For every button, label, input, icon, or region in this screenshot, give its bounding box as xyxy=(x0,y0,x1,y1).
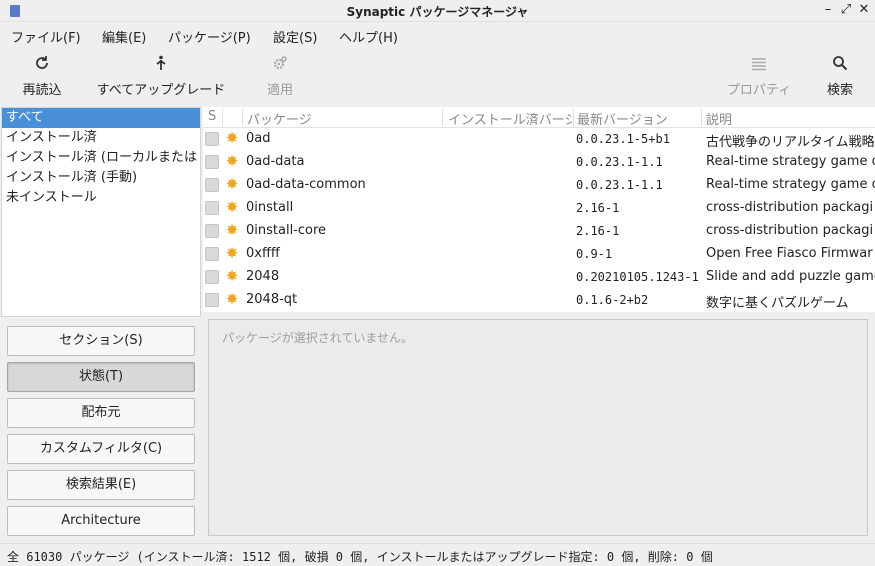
filter-item-installed-local[interactable]: インストール済 (ローカルまたは xyxy=(2,148,200,168)
properties-button[interactable]: プロパティ xyxy=(724,55,794,98)
supported-icon: ✸ xyxy=(225,267,239,285)
package-name: 0ad-data-common xyxy=(246,177,366,192)
package-name: 2048-qt xyxy=(246,292,298,307)
menu-settings[interactable]: 設定(S) xyxy=(273,27,317,46)
gears-icon xyxy=(262,55,298,77)
properties-label: プロパティ xyxy=(726,83,792,98)
filter-item-not-installed[interactable]: 未インストール xyxy=(2,188,200,208)
latest-version: 0.9-1 xyxy=(576,247,613,261)
package-description: Slide and add puzzle game xyxy=(706,269,875,284)
supported-icon: ✸ xyxy=(225,290,239,308)
apply-button[interactable]: 適用 xyxy=(262,55,298,98)
package-name: 0install-core xyxy=(246,223,327,238)
upgrade-all-label: すべてアップグレード xyxy=(96,83,226,98)
package-checkbox[interactable] xyxy=(205,201,219,215)
column-header-status[interactable]: S xyxy=(208,109,222,124)
package-table: S パッケージ インストール済バージョン 最新バージョン 説明 ✸ 0ad 0.… xyxy=(203,107,875,312)
package-name: 2048 xyxy=(246,269,280,284)
supported-icon: ✸ xyxy=(225,244,239,262)
package-checkbox[interactable] xyxy=(205,155,219,169)
package-checkbox[interactable] xyxy=(205,178,219,192)
column-header-description[interactable]: 説明 xyxy=(706,109,866,128)
table-row[interactable]: ✸ 2048-qt 0.1.6-2+b2 数字に基くパズルゲーム xyxy=(203,289,875,312)
supported-icon: ✸ xyxy=(225,198,239,216)
package-description: Real-time strategy game o xyxy=(706,177,875,192)
window-title: Synaptic パッケージマネージャ xyxy=(346,5,529,19)
table-row[interactable]: ✸ 0install-core 2.16-1 cross-distributio… xyxy=(203,220,875,243)
column-header-latest-version[interactable]: 最新バージョン xyxy=(577,109,701,128)
package-checkbox[interactable] xyxy=(205,270,219,284)
filter-list: すべて インストール済 インストール済 (ローカルまたは インストール済 (手動… xyxy=(1,107,201,317)
table-row[interactable]: ✸ 0ad-data-common 0.0.23.1-1.1 Real-time… xyxy=(203,174,875,197)
table-row[interactable]: ✸ 0xffff 0.9-1 Open Free Fiasco Firmwar xyxy=(203,243,875,266)
supported-icon: ✸ xyxy=(225,152,239,170)
architecture-button[interactable]: Architecture xyxy=(7,506,195,536)
status-button[interactable]: 状態(T) xyxy=(7,362,195,392)
table-header: S パッケージ インストール済バージョン 最新バージョン 説明 xyxy=(203,107,875,128)
package-checkbox[interactable] xyxy=(205,293,219,307)
latest-version: 2.16-1 xyxy=(576,224,620,238)
package-checkbox[interactable] xyxy=(205,224,219,238)
package-name: 0ad-data xyxy=(246,154,305,169)
latest-version: 0.20210105.1243-1 xyxy=(576,270,698,284)
menu-edit[interactable]: 編集(E) xyxy=(102,27,146,46)
package-name: 0ad xyxy=(246,131,271,146)
supported-icon: ✸ xyxy=(225,129,239,147)
filter-item-installed-manual[interactable]: インストール済 (手動) xyxy=(2,168,200,188)
refresh-icon xyxy=(20,55,64,77)
latest-version: 0.1.6-2+b2 xyxy=(576,293,649,307)
status-text: 全 61030 パッケージ (インストール済: 1512 個, 破損 0 個, … xyxy=(7,550,713,564)
latest-version: 0.0.23.1-5+b1 xyxy=(576,132,670,146)
toolbar: 再読込 すべてアップグレード 適用 プロパティ 検索 xyxy=(0,47,875,107)
package-details-pane: パッケージが選択されていません。 xyxy=(208,319,868,536)
search-button[interactable]: 検索 xyxy=(824,55,856,98)
list-icon xyxy=(724,55,794,77)
latest-version: 0.0.23.1-1.1 xyxy=(576,178,663,192)
upgrade-all-button[interactable]: すべてアップグレード xyxy=(94,55,228,98)
package-name: 0xffff xyxy=(246,246,280,261)
table-row[interactable]: ✸ 0install 2.16-1 cross-distribution pac… xyxy=(203,197,875,220)
package-description: cross-distribution packagi xyxy=(706,223,874,238)
reload-button[interactable]: 再読込 xyxy=(20,55,64,98)
menu-bar: ファイル(F) 編集(E) パッケージ(P) 設定(S) ヘルプ(H) xyxy=(0,23,875,47)
table-row[interactable]: ✸ 0ad-data 0.0.23.1-1.1 Real-time strate… xyxy=(203,151,875,174)
package-description: 数字に基くパズルゲーム xyxy=(706,296,849,311)
reload-label: 再読込 xyxy=(22,83,62,98)
minimize-icon[interactable]: – xyxy=(821,2,835,18)
supported-icon: ✸ xyxy=(225,221,239,239)
column-header-installed-version[interactable]: インストール済バージョン xyxy=(448,109,572,128)
package-checkbox[interactable] xyxy=(205,247,219,261)
menu-help[interactable]: ヘルプ(H) xyxy=(339,27,398,46)
status-bar: 全 61030 パッケージ (インストール済: 1512 個, 破損 0 個, … xyxy=(0,543,875,566)
column-header-package[interactable]: パッケージ xyxy=(247,109,437,128)
apply-label: 適用 xyxy=(266,83,293,98)
upgrade-icon xyxy=(94,55,228,77)
package-description: Open Free Fiasco Firmwar xyxy=(706,246,873,261)
custom-filters-button[interactable]: カスタムフィルタ(C) xyxy=(7,434,195,464)
search-results-button[interactable]: 検索結果(E) xyxy=(7,470,195,500)
maximize-icon[interactable]: ⤢ xyxy=(839,2,853,18)
filter-item-installed[interactable]: インストール済 xyxy=(2,128,200,148)
no-package-selected-text: パッケージが選択されていません。 xyxy=(222,331,414,345)
title-bar: Synaptic パッケージマネージャ – ⤢ ✕ xyxy=(0,0,875,22)
package-name: 0install xyxy=(246,200,294,215)
latest-version: 2.16-1 xyxy=(576,201,620,215)
menu-package[interactable]: パッケージ(P) xyxy=(168,27,251,46)
package-description: Real-time strategy game o xyxy=(706,154,875,169)
origin-button[interactable]: 配布元 xyxy=(7,398,195,428)
table-row[interactable]: ✸ 2048 0.20210105.1243-1 Slide and add p… xyxy=(203,266,875,289)
search-label: 検索 xyxy=(826,83,853,98)
package-description: cross-distribution packagi xyxy=(706,200,874,215)
sections-button[interactable]: セクション(S) xyxy=(7,326,195,356)
table-row[interactable]: ✸ 0ad 0.0.23.1-5+b1 古代戦争のリアルタイム戦略 xyxy=(203,128,875,151)
filter-item-all[interactable]: すべて xyxy=(2,108,200,128)
search-icon xyxy=(824,55,856,77)
package-description: 古代戦争のリアルタイム戦略 xyxy=(706,135,875,150)
latest-version: 0.0.23.1-1.1 xyxy=(576,155,663,169)
menu-file[interactable]: ファイル(F) xyxy=(11,27,81,46)
package-checkbox[interactable] xyxy=(205,132,219,146)
close-icon[interactable]: ✕ xyxy=(857,2,871,18)
supported-icon: ✸ xyxy=(225,175,239,193)
